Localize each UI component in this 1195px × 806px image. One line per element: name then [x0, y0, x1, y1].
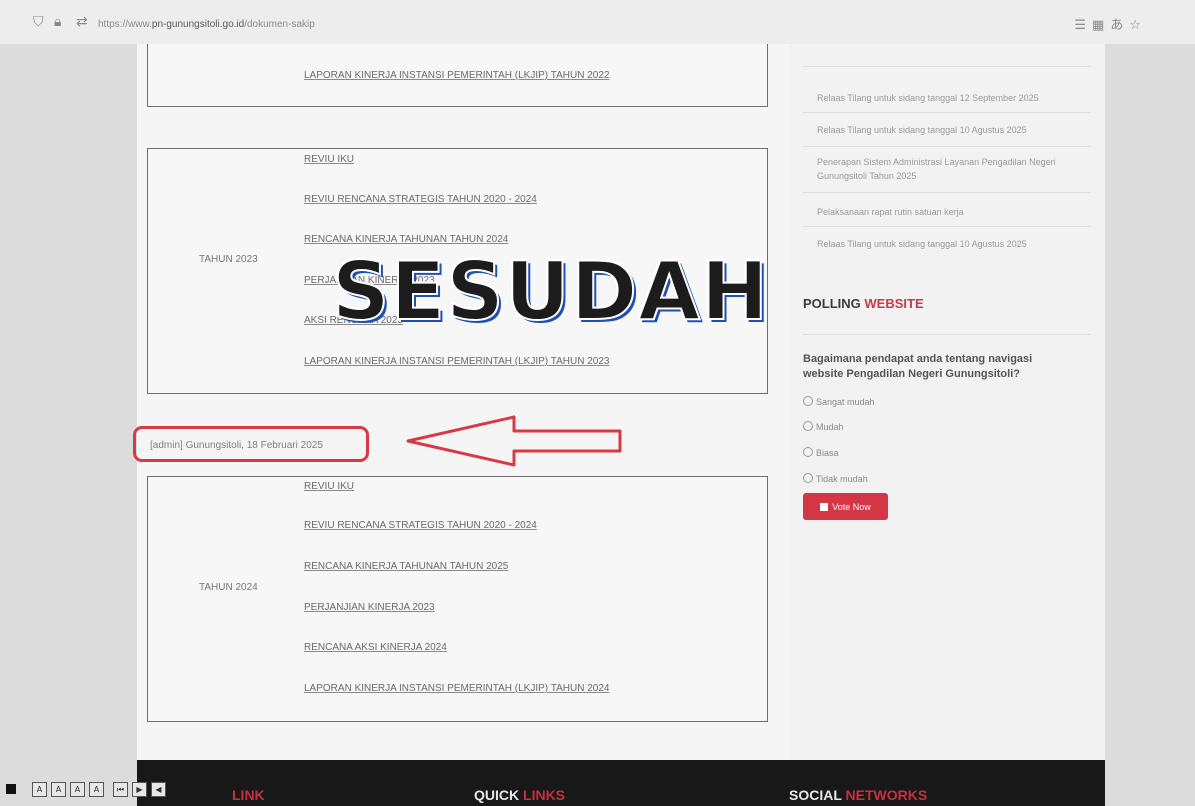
- doc-link[interactable]: REVIU RENCANA STRATEGIS TAHUN 2020 - 202…: [304, 194, 537, 205]
- footer-heading-quick-links: QUICK LINKS: [474, 787, 565, 803]
- poll-question: Bagaimana pendapat anda tentang navigasi…: [803, 353, 1033, 380]
- divider: [803, 146, 1091, 147]
- poll-title-main: POLLING: [803, 296, 861, 311]
- url-domain: pn-gunungsitoli.go.id: [151, 19, 245, 30]
- footer-main: SOCIAL: [789, 787, 842, 803]
- divider: [803, 192, 1091, 193]
- browser-toolbar: ⛉ 🔒︎ ⇄ https://www.pn-gunungsitoli.go.id…: [0, 0, 1195, 44]
- url-path: /dokumen-sakip: [244, 19, 315, 30]
- news-link[interactable]: Penerapan Sistem Administrasi Layanan Pe…: [817, 155, 1087, 183]
- translate-icon[interactable]: あ: [1110, 18, 1129, 33]
- news-link[interactable]: Relaas Tilang untuk sidang tanggal 10 Ag…: [817, 237, 1087, 251]
- footer-heading-social: SOCIAL NETWORKS: [789, 787, 927, 803]
- doc-link[interactable]: RENCANA AKSI KINERJA 2024: [304, 642, 447, 653]
- zoom-in-icon[interactable]: A: [51, 782, 66, 797]
- doc-link[interactable]: PERJANJIAN KINERJA 2023: [304, 602, 435, 613]
- news-link[interactable]: Relaas Tilang untuk sidang tanggal 12 Se…: [817, 91, 1087, 105]
- divider: [803, 66, 1091, 67]
- site-settings-icon[interactable]: ⇄: [76, 14, 88, 30]
- doc-link[interactable]: LAPORAN KINERJA INSTANSI PEMERINTAH (LKJ…: [304, 70, 609, 81]
- year-label: TAHUN 2024: [199, 582, 258, 593]
- edited-note-highlight: [admin] Gunungsitoli, 18 Februari 2025: [133, 426, 369, 462]
- doc-link[interactable]: LAPORAN KINERJA INSTANSI PEMERINTAH (LKJ…: [304, 683, 609, 694]
- radio-icon[interactable]: [803, 447, 813, 457]
- doc-link[interactable]: REVIU RENCANA STRATEGIS TAHUN 2020 - 202…: [304, 520, 537, 531]
- poll-option-label: Tidak mudah: [816, 474, 868, 484]
- radio-icon[interactable]: [803, 421, 813, 431]
- footer-heading-links: LINK: [232, 787, 265, 803]
- footer-accent: NETWORKS: [845, 787, 928, 803]
- divider: [803, 226, 1091, 227]
- poll-option[interactable]: Mudah: [803, 421, 844, 432]
- toolbar-right-icons: ☰▦あ☆: [1074, 14, 1147, 33]
- footer-main: QUICK: [474, 787, 520, 803]
- poll-option[interactable]: Sangat mudah: [803, 396, 875, 407]
- doc-link[interactable]: RENCANA KINERJA TAHUNAN TAHUN 2024: [304, 234, 508, 245]
- year-label: TAHUN 2023: [199, 254, 258, 265]
- text-size-icon[interactable]: A: [89, 782, 104, 797]
- footer-accent: LINK: [232, 787, 265, 803]
- radio-icon[interactable]: [803, 473, 813, 483]
- address-bar[interactable]: https://www.pn-gunungsitoli.go.id/dokume…: [98, 19, 315, 30]
- radio-icon[interactable]: [803, 396, 813, 406]
- poll-option-label: Sangat mudah: [816, 397, 875, 407]
- vote-label: Vote Now: [832, 502, 871, 512]
- doc-link[interactable]: REVIU IKU: [304, 154, 354, 165]
- stop-icon[interactable]: [6, 784, 16, 794]
- news-link[interactable]: Relaas Tilang untuk sidang tanggal 10 Ag…: [817, 123, 1087, 137]
- lock-icon[interactable]: 🔒︎: [54, 14, 61, 30]
- divider: [803, 112, 1091, 113]
- nav-next-icon[interactable]: ▶: [132, 782, 147, 797]
- poll-title-accent: WEBSITE: [864, 296, 924, 311]
- poll-option[interactable]: Biasa: [803, 447, 839, 458]
- shield-icon[interactable]: ⛉: [33, 14, 44, 30]
- footer-accent: LINKS: [523, 787, 566, 803]
- poll-option-label: Biasa: [816, 448, 839, 458]
- doc-link[interactable]: RENCANA KINERJA TAHUNAN TAHUN 2025: [304, 561, 508, 572]
- url-prefix: https://www.: [98, 19, 152, 30]
- zoom-fit-icon[interactable]: A: [32, 782, 47, 797]
- divider: [803, 334, 1091, 335]
- doc-link[interactable]: REVIU IKU: [304, 481, 354, 492]
- pointer-arrow-icon: [406, 415, 622, 467]
- zoom-out-icon[interactable]: A: [70, 782, 85, 797]
- vote-now-button[interactable]: Vote Now: [803, 493, 888, 520]
- nav-prev-icon[interactable]: ◀: [151, 782, 166, 797]
- reader-icon[interactable]: ☰: [1074, 18, 1092, 33]
- nav-first-icon[interactable]: ⏮: [113, 782, 128, 797]
- news-link[interactable]: Pelaksanaan rapat rutin satuan kerja: [817, 205, 1087, 219]
- poll-option-label: Mudah: [816, 422, 844, 432]
- edited-note: [admin] Gunungsitoli, 18 Februari 2025: [150, 440, 323, 451]
- poll-title: POLLING WEBSITE: [803, 296, 924, 311]
- poll-option[interactable]: Tidak mudah: [803, 473, 868, 484]
- sesudah-watermark: SESUDAH: [331, 244, 770, 339]
- footer: [137, 760, 1105, 806]
- vote-icon: [820, 503, 829, 511]
- doc-link[interactable]: LAPORAN KINERJA INSTANSI PEMERINTAH (LKJ…: [304, 356, 609, 367]
- star-icon[interactable]: ☆: [1129, 18, 1147, 33]
- grid-icon[interactable]: ▦: [1092, 18, 1110, 33]
